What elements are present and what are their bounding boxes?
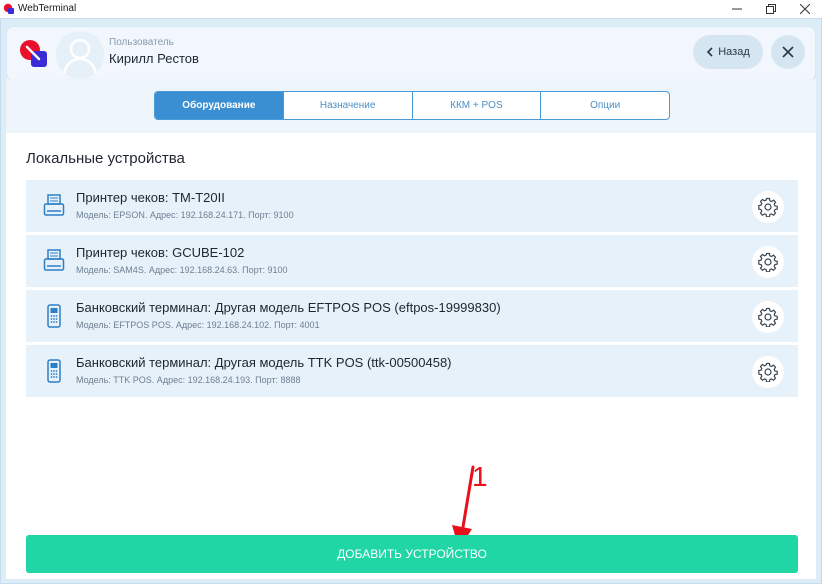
close-icon	[800, 4, 810, 14]
device-list-item[interactable]: Принтер чеков: TM-T20II Модель: EPSON. А…	[26, 180, 798, 232]
device-title: Принтер чеков: GCUBE-102	[76, 245, 245, 260]
minimize-button[interactable]	[720, 0, 754, 18]
window-title: WebTerminal	[18, 3, 77, 14]
gear-icon	[758, 362, 778, 382]
gear-icon	[758, 252, 778, 272]
back-button[interactable]: Назад	[693, 35, 763, 69]
add-device-button[interactable]: ДОБАВИТЬ УСТРОЙСТВО	[26, 535, 798, 573]
device-list-item[interactable]: Банковский терминал: Другая модель EFTPO…	[26, 290, 798, 342]
user-name: Кирилл Рестов	[109, 51, 199, 66]
gear-icon	[758, 307, 778, 327]
device-title: Принтер чеков: TM-T20II	[76, 190, 225, 205]
tab-bar: Оборудование Назначение ККМ + POS Опции	[154, 91, 670, 120]
restore-icon	[766, 4, 776, 14]
device-settings-button[interactable]	[752, 301, 784, 333]
device-list-item[interactable]: Банковский терминал: Другая модель TTK P…	[26, 345, 798, 397]
app-logo-icon	[3, 3, 14, 14]
annotation-number: 1	[472, 461, 488, 492]
tab-equipment[interactable]: Оборудование	[155, 92, 283, 119]
device-meta: Модель: EPSON. Адрес: 192.168.24.171. По…	[76, 210, 294, 220]
tab-assignment[interactable]: Назначение	[282, 92, 412, 119]
pos-terminal-icon	[47, 359, 61, 383]
device-settings-button[interactable]	[752, 356, 784, 388]
back-button-label: Назад	[718, 46, 750, 58]
chevron-left-icon	[707, 47, 713, 57]
device-settings-button[interactable]	[752, 191, 784, 223]
close-icon	[782, 46, 794, 58]
window-titlebar: WebTerminal	[0, 0, 822, 18]
minimize-icon	[732, 8, 742, 10]
main-content: Локальные устройства Принтер чеков: TM-T…	[6, 133, 816, 579]
device-list-item[interactable]: Принтер чеков: GCUBE-102 Модель: SAM4S. …	[26, 235, 798, 287]
receipt-printer-icon	[43, 194, 65, 216]
pos-terminal-icon	[47, 304, 61, 328]
device-meta: Модель: SAM4S. Адрес: 192.168.24.63. Пор…	[76, 265, 288, 275]
gear-icon	[758, 197, 778, 217]
device-title: Банковский терминал: Другая модель EFTPO…	[76, 300, 501, 315]
close-button[interactable]	[771, 35, 805, 69]
app-frame: Пользователь Кирилл Рестов Назад Оборудо…	[0, 18, 822, 584]
user-header: Пользователь Кирилл Рестов Назад	[6, 26, 816, 81]
device-meta: Модель: TTK POS. Адрес: 192.168.24.193. …	[76, 375, 301, 385]
receipt-printer-icon	[43, 249, 65, 271]
tab-options[interactable]: Опции	[540, 92, 669, 119]
tabs-panel: Оборудование Назначение ККМ + POS Опции	[6, 79, 816, 133]
device-settings-button[interactable]	[752, 246, 784, 278]
brand-logo-icon	[20, 40, 47, 67]
section-title: Локальные устройства	[26, 150, 185, 167]
tab-kkm-pos[interactable]: ККМ + POS	[411, 92, 541, 119]
window-close-button[interactable]	[788, 0, 822, 18]
device-meta: Модель: EFTPOS POS. Адрес: 192.168.24.10…	[76, 320, 320, 330]
device-title: Банковский терминал: Другая модель TTK P…	[76, 355, 452, 370]
restore-button[interactable]	[754, 0, 788, 18]
user-caption: Пользователь	[109, 37, 174, 48]
avatar	[56, 31, 104, 79]
